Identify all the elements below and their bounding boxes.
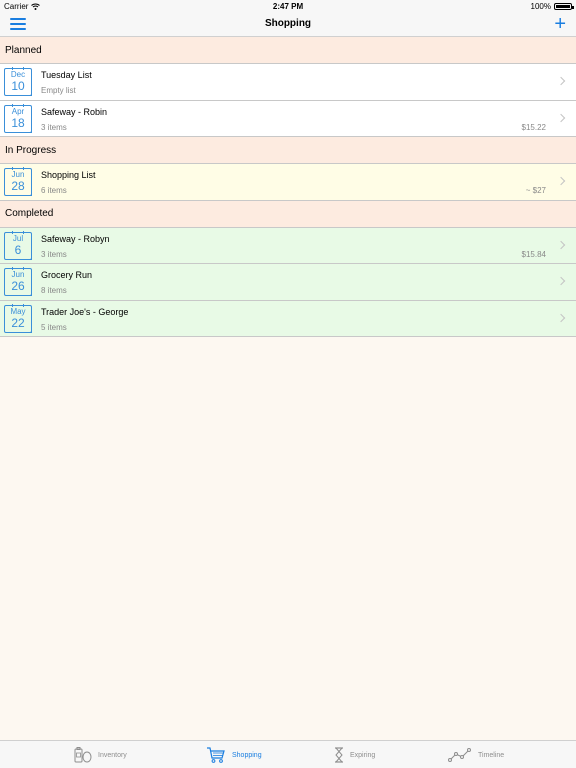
calendar-icon: Jun 26: [4, 267, 32, 296]
calendar-day: 10: [11, 79, 25, 93]
battery-percent: 100%: [530, 2, 551, 11]
inventory-icon: [74, 747, 92, 763]
chevron-right-icon: [556, 113, 566, 122]
chevron-right-icon: [556, 176, 566, 186]
battery-info: 100%: [530, 2, 574, 11]
calendar-day: 28: [11, 179, 25, 193]
calendar-icon: May 22: [4, 303, 32, 333]
chevron-right-icon: [556, 276, 566, 286]
add-list-button[interactable]: +: [554, 14, 566, 34]
calendar-month: Jul: [12, 233, 24, 243]
chevron-right-icon: [556, 240, 566, 249]
calendar-month: May: [10, 306, 26, 316]
list-name: Safeway - Robyn: [41, 233, 110, 244]
calendar-day: 22: [11, 315, 25, 330]
calendar-month: Dec: [10, 70, 26, 79]
list-price: $15.22: [521, 122, 546, 132]
calendar-day: 18: [11, 115, 25, 130]
tab-shopping-label: Shopping: [232, 751, 262, 759]
calendar-month: Jun: [11, 170, 25, 179]
list-item-count: Empty list: [41, 86, 76, 95]
tab-timeline-label: Timeline: [478, 751, 505, 759]
status-bar: Carrier 2:47 PM 100%: [0, 0, 576, 12]
tab-shopping[interactable]: Shopping: [206, 741, 262, 768]
chevron-right-icon: [556, 313, 566, 322]
calendar-day: 6: [14, 242, 22, 257]
status-time: 2:47 PM: [272, 2, 304, 11]
list-price: ~ $27: [525, 186, 546, 195]
section-header-planned: Planned: [0, 37, 576, 64]
list-item-count: 8 items: [41, 286, 67, 295]
calendar-month: Jun: [11, 270, 25, 279]
hourglass-icon: [335, 747, 343, 763]
tab-timeline[interactable]: Timeline: [448, 741, 504, 768]
navigation-bar: Shopping +: [0, 12, 576, 37]
timeline-icon: [448, 748, 471, 762]
chevron-right-icon: [556, 76, 566, 86]
tab-bar: Inventory Shopping Expiring Timeline: [0, 740, 576, 768]
calendar-icon: Jun 28: [4, 167, 32, 196]
tab-inventory-label: Inventory: [98, 751, 127, 759]
list-price: $15.84: [521, 249, 546, 259]
shopping-list-row[interactable]: Jul 6 Safeway - Robyn 3 items $15.84: [0, 227, 576, 264]
list-item-count: 5 items: [41, 322, 67, 332]
shopping-list-row[interactable]: Jun 26 Grocery Run 8 items: [0, 264, 576, 301]
list-item-count: 3 items: [41, 249, 67, 259]
section-header-progress: In Progress: [0, 137, 576, 164]
page-title: Shopping: [264, 18, 312, 29]
list-item-count: 3 items: [41, 122, 67, 132]
shopping-list-row[interactable]: May 22 Trader Joe's - George 5 items: [0, 300, 576, 337]
tab-expiring-label: Expiring: [350, 751, 376, 759]
calendar-day: 26: [11, 279, 25, 293]
tab-expiring[interactable]: Expiring: [334, 741, 375, 768]
list-name: Shopping List: [41, 170, 96, 180]
calendar-icon: Apr 18: [4, 103, 32, 133]
list-name: Trader Joe's - George: [41, 306, 129, 317]
cart-icon: [207, 747, 225, 763]
section-header-completed: Completed: [0, 200, 576, 228]
tab-inventory[interactable]: Inventory: [74, 741, 127, 768]
shopping-list-row[interactable]: Jun 28 Shopping List 6 items ~ $27: [0, 164, 576, 201]
calendar-icon: Jul 6: [4, 230, 32, 260]
calendar-month: Apr: [11, 106, 25, 116]
shopping-lists: Planned Dec 10 Tuesday List Empty list Apr 18 S…: [0, 37, 576, 337]
list-name: Safeway - Robin: [41, 106, 108, 117]
calendar-icon: Dec 10: [4, 67, 32, 96]
list-name: Grocery Run: [41, 270, 93, 280]
list-name: Tuesday List: [41, 70, 92, 80]
list-item-count: 6 items: [41, 186, 67, 195]
battery-icon: [554, 3, 574, 10]
shopping-list-row[interactable]: Apr 18 Safeway - Robin 3 items $15.22: [0, 100, 576, 137]
shopping-list-row[interactable]: Dec 10 Tuesday List Empty list: [0, 64, 576, 101]
